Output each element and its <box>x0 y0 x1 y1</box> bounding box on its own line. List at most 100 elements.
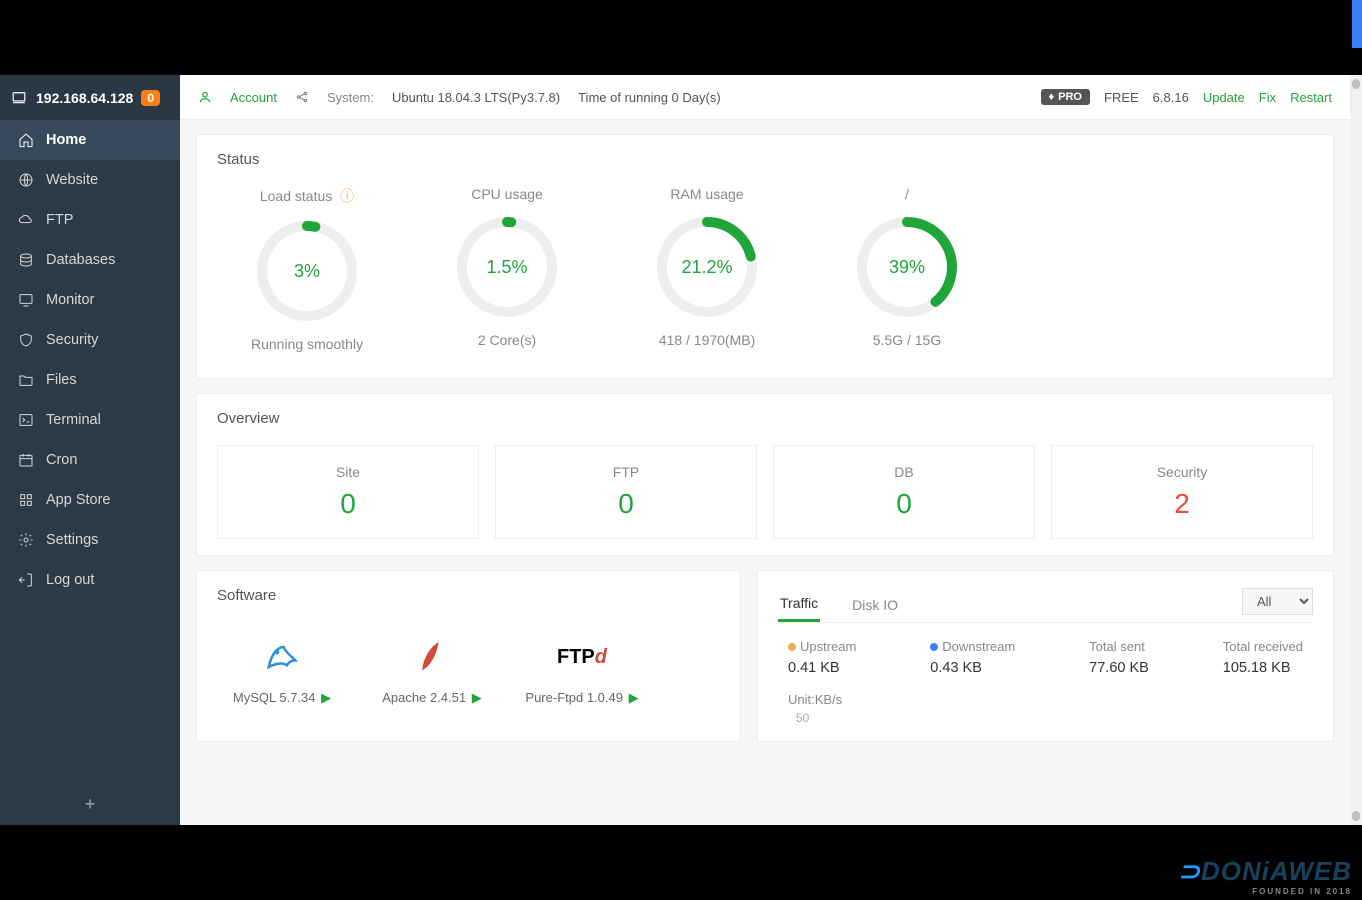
gauge-value: 3% <box>252 216 362 326</box>
gauge-load-status[interactable]: Load status ⓘ 3% Running smoothly <box>227 186 387 352</box>
fix-link[interactable]: Fix <box>1259 90 1276 105</box>
nav-databases[interactable]: Databases <box>0 240 180 280</box>
globe-icon <box>18 172 34 188</box>
interface-selector[interactable]: All <box>1242 588 1313 615</box>
watermark: ⊃DONiAWEB FOUNDED IN 2018 <box>1178 856 1352 896</box>
logout-icon <box>18 572 34 588</box>
software-name: Pure-Ftpd 1.0.49 ▶ <box>517 690 647 706</box>
cloud-icon <box>18 212 34 228</box>
software-heading: Software <box>217 587 720 604</box>
update-link[interactable]: Update <box>1203 90 1245 105</box>
gauge-ram-usage[interactable]: RAM usage21.2%418 / 1970(MB) <box>627 186 787 352</box>
nav-label: Files <box>46 372 77 388</box>
db-icon <box>18 252 34 268</box>
y-tick: 50 <box>778 711 1313 725</box>
tab-traffic[interactable]: Traffic <box>778 587 820 622</box>
gauge-title: RAM usage <box>627 186 787 202</box>
gauge-title: CPU usage <box>427 186 587 202</box>
nav-label: Website <box>46 172 98 188</box>
ov-label: FTP <box>496 464 756 480</box>
pro-badge[interactable]: ♦ PRO <box>1041 89 1090 105</box>
overview-db[interactable]: DB 0 <box>773 445 1035 539</box>
gauge-title: / <box>827 186 987 202</box>
tab-diskio[interactable]: Disk IO <box>850 589 900 621</box>
nav-security[interactable]: Security <box>0 320 180 360</box>
folder-icon <box>18 372 34 388</box>
unit-label: Unit:KB/s <box>778 692 1313 707</box>
software-icon: FTPd <box>517 632 647 682</box>
nav-label: Monitor <box>46 292 94 308</box>
monitor-icon <box>18 292 34 308</box>
gauge-value: 39% <box>852 212 962 322</box>
ov-label: Security <box>1052 464 1312 480</box>
nav-ftp[interactable]: FTP <box>0 200 180 240</box>
account-link[interactable]: Account <box>230 90 277 105</box>
nav-monitor[interactable]: Monitor <box>0 280 180 320</box>
nav-label: Cron <box>46 452 77 468</box>
topbar: Account System: Ubuntu 18.04.3 LTS(Py3.7… <box>180 75 1350 120</box>
terminal-icon <box>18 412 34 428</box>
nav-files[interactable]: Files <box>0 360 180 400</box>
grid-icon <box>18 492 34 508</box>
add-panel-button[interactable]: + <box>0 784 180 825</box>
overview-site[interactable]: Site0 <box>217 445 479 539</box>
nav-label: Home <box>46 132 86 148</box>
overview-card: Overview Site0 FTP 0 DB 0 Security2 <box>196 393 1334 556</box>
legend-dot <box>930 643 938 651</box>
plan-free: FREE <box>1104 90 1139 105</box>
software-mysql[interactable]: MySQL 5.7.34 ▶ <box>217 632 347 706</box>
nav-home[interactable]: Home <box>0 120 180 160</box>
overview-security[interactable]: Security2 <box>1051 445 1313 539</box>
restart-link[interactable]: Restart <box>1290 90 1332 105</box>
sidebar-header: 192.168.64.128 0 <box>0 75 180 120</box>
gauge-sub: Running smoothly <box>227 336 387 352</box>
nav-cron[interactable]: Cron <box>0 440 180 480</box>
play-icon: ▶ <box>468 690 482 705</box>
main-area: Account System: Ubuntu 18.04.3 LTS(Py3.7… <box>180 75 1350 825</box>
legend-dot <box>788 643 796 651</box>
nav-terminal[interactable]: Terminal <box>0 400 180 440</box>
scroll-down-arrow[interactable] <box>1352 811 1360 821</box>
gauge--[interactable]: / 39% 5.5G / 15G <box>827 186 987 352</box>
nav-website[interactable]: Website <box>0 160 180 200</box>
content: Status Load status ⓘ3%Running smoothlyCP… <box>180 120 1350 825</box>
software-icon <box>217 632 347 682</box>
play-icon: ▶ <box>625 690 639 705</box>
overview-heading: Overview <box>217 410 1313 427</box>
help-icon[interactable]: ⓘ <box>336 188 354 204</box>
nav-settings[interactable]: Settings <box>0 520 180 560</box>
traffic-card: Traffic Disk IO All Upstream0.41 KB Downs… <box>757 570 1334 742</box>
stat-downstream: Downstream0.43 KB <box>930 639 1015 676</box>
nav-log-out[interactable]: Log out <box>0 560 180 600</box>
nav-menu: Home Website FTPDatabases Monitor Security Fi… <box>0 120 180 784</box>
notification-badge[interactable]: 0 <box>141 90 160 106</box>
ov-label: DB <box>774 464 1034 480</box>
gauge-sub: 5.5G / 15G <box>827 332 987 348</box>
nav-label: Terminal <box>46 412 101 428</box>
nav-label: Security <box>46 332 98 348</box>
scroll-up-arrow[interactable] <box>1352 79 1360 89</box>
gauge-title: Load status ⓘ <box>227 186 387 206</box>
nav-app-store[interactable]: App Store <box>0 480 180 520</box>
software-apache[interactable]: Apache 2.4.51 ▶ <box>367 632 497 706</box>
stat-upstream: Upstream0.41 KB <box>788 639 856 676</box>
vertical-scrollbar[interactable] <box>1350 75 1362 825</box>
calendar-icon <box>18 452 34 468</box>
gear-icon <box>18 532 34 548</box>
system-label: System: <box>327 90 374 105</box>
software-name: Apache 2.4.51 ▶ <box>367 690 497 706</box>
gauge-sub: 2 Core(s) <box>427 332 587 348</box>
home-icon <box>18 132 34 148</box>
play-icon: ▶ <box>318 690 332 705</box>
overview-ftp[interactable]: FTP 0 <box>495 445 757 539</box>
software-pure-ftpd[interactable]: FTPd Pure-Ftpd 1.0.49 ▶ <box>517 632 647 706</box>
system-value: Ubuntu 18.04.3 LTS(Py3.7.8) <box>392 90 560 105</box>
ov-value: 0 <box>774 488 1034 520</box>
sidebar: 192.168.64.128 0 Home Website FTPDatabases… <box>0 75 180 825</box>
software-card: Software MySQL 5.7.34 ▶ Apache 2.4.51 ▶ FT… <box>196 570 741 742</box>
shield-icon <box>18 332 34 348</box>
ov-value: 0 <box>496 488 756 520</box>
status-card: Status Load status ⓘ3%Running smoothlyCP… <box>196 134 1334 379</box>
user-icon <box>198 90 212 104</box>
gauge-cpu-usage[interactable]: CPU usage1.5%2 Core(s) <box>427 186 587 352</box>
